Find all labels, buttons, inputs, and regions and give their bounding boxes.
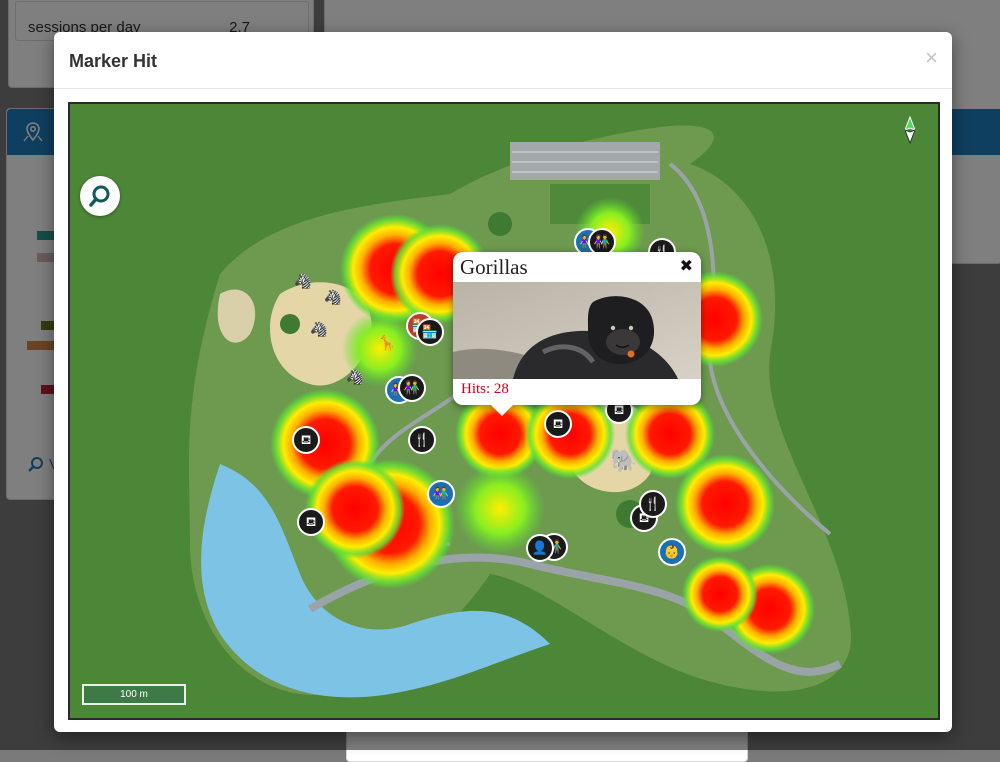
modal-close-button[interactable]: × [925, 47, 938, 69]
zebra-icon: 🦓 [324, 289, 342, 305]
zebra-icon: 🦓 [346, 369, 364, 385]
zebra-icon: 🦓 [310, 321, 328, 337]
picnic-table-icon[interactable]: ⛾ [544, 410, 572, 438]
picnic-table-icon[interactable]: ⛾ [297, 508, 325, 536]
search-icon [89, 185, 110, 207]
picnic-table-icon[interactable]: ⛾ [292, 426, 320, 454]
popup-close-button[interactable]: ✖ [680, 256, 693, 276]
zoo-map[interactable]: 100 m ⛾ ⛾ ⛾ ⛾ ⛾ 👫 👫 👫 👫 👫 👫 🍴 🍴 🍴 👶 🏪 🏪 … [68, 102, 940, 720]
gorilla-photo [453, 282, 701, 379]
scale-bar: 100 m [82, 684, 186, 705]
giraffe-icon: 🦒 [378, 335, 396, 351]
parking-lot [510, 142, 660, 180]
restaurant-icon[interactable]: 🍴 [408, 426, 436, 454]
restroom-icon[interactable]: 👫 [427, 480, 455, 508]
restaurant-icon[interactable]: 🍴 [639, 490, 667, 518]
modal-divider [54, 88, 952, 89]
modal-title: Marker Hit [69, 51, 158, 71]
map-search-button[interactable] [80, 176, 120, 216]
person-icon[interactable]: 👤 [526, 534, 554, 562]
gorilla-image [453, 282, 701, 379]
elephant-icon: 🐘 [610, 448, 638, 473]
zebra-icon: 🦓 [294, 273, 312, 289]
compass-icon [904, 116, 916, 144]
popup-hits-count: Hits: 28 [461, 381, 509, 397]
baby-changing-icon[interactable]: 👶 [658, 538, 686, 566]
popup-title: Gorillas [460, 255, 528, 279]
marker-hit-modal: Marker Hit × 100 m ⛾ ⛾ ⛾ ⛾ ⛾ 👫 👫 👫 👫 🍴 🍴… [54, 32, 952, 732]
restroom-icon[interactable]: 👫 [398, 374, 426, 402]
store-icon[interactable]: 🏪 [416, 318, 444, 346]
marker-popup: Gorillas ✖ Hits: 28 [453, 252, 701, 416]
